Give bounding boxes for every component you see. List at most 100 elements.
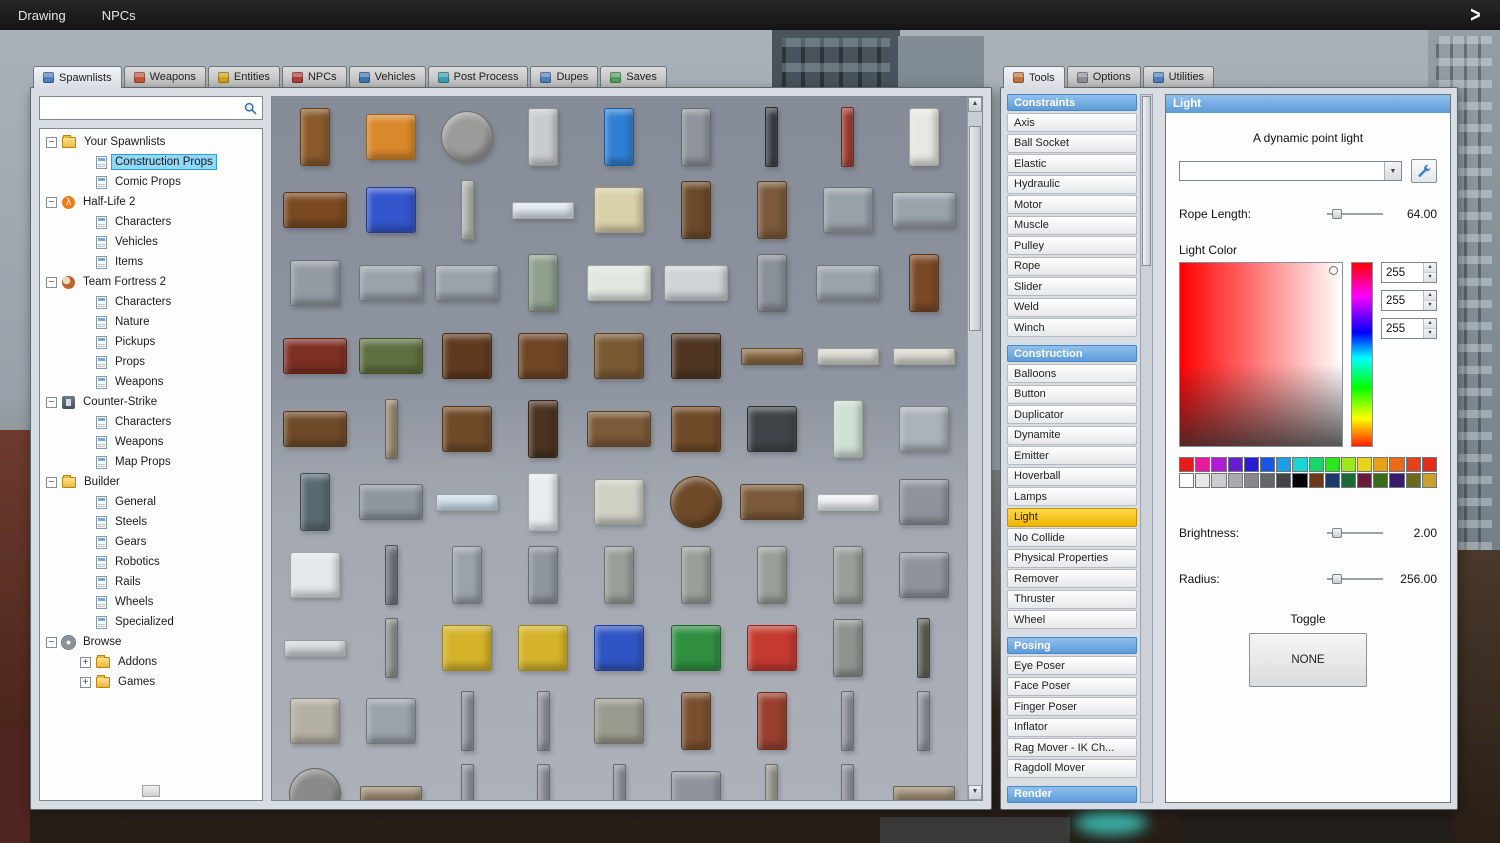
tree-item-pickups[interactable]: Pickups [40, 332, 262, 352]
tab-options[interactable]: Options [1066, 66, 1141, 87]
spin-up-icon[interactable]: ▲ [1424, 263, 1436, 273]
tool-item-thruster[interactable]: Thruster [1007, 589, 1137, 609]
tool-item-remover[interactable]: Remover [1007, 569, 1137, 588]
prop-mattress[interactable] [811, 324, 885, 388]
prop-radiator[interactable] [887, 397, 961, 461]
tree-item-weapons[interactable]: Weapons [40, 432, 262, 452]
prop-metal-plate[interactable] [506, 105, 580, 169]
spin-up-icon[interactable]: ▲ [1424, 291, 1436, 301]
prop-glass-door[interactable] [735, 178, 809, 242]
prop-fridge[interactable] [811, 397, 885, 461]
tree-item-specialized[interactable]: Specialized [40, 612, 262, 632]
prop-chainlink-fence[interactable] [354, 251, 428, 315]
preset-config-button[interactable] [1411, 159, 1437, 183]
prop-flywheel[interactable] [278, 762, 352, 800]
collapse-minus-icon[interactable]: − [46, 196, 57, 208]
tab-spawnlists[interactable]: Spawnlists [33, 66, 122, 88]
palette-swatch[interactable] [1405, 457, 1421, 472]
prop-gravestone-2[interactable] [659, 543, 733, 607]
prop-gravestone-cross[interactable] [811, 543, 885, 607]
tree-item-construction-props[interactable]: Construction Props [40, 152, 262, 172]
color-picker-field[interactable] [1179, 262, 1343, 447]
prop-wood-stove[interactable] [735, 397, 809, 461]
prop-side-table[interactable] [430, 397, 504, 461]
palette-swatch[interactable] [1389, 473, 1405, 488]
tree-item-steels[interactable]: Steels [40, 512, 262, 532]
prop-wooden-chair[interactable] [887, 251, 961, 315]
palette-swatch[interactable] [1421, 473, 1437, 488]
scroll-down-icon[interactable]: ▼ [968, 785, 982, 800]
prop-tall-cabinet[interactable] [506, 397, 580, 461]
prop-cable-spool[interactable] [354, 105, 428, 169]
collapse-minus-icon[interactable]: − [46, 476, 57, 488]
collapse-minus-icon[interactable]: − [46, 636, 57, 648]
palette-swatch[interactable] [1195, 473, 1211, 488]
prop-file-cabinet[interactable] [887, 543, 961, 607]
menu-drawing[interactable]: Drawing [18, 8, 66, 23]
prop-glass-shard[interactable] [430, 470, 504, 534]
tree-item-half-life-2[interactable]: − λ Half-Life 2 [40, 192, 262, 212]
menu-npcs[interactable]: NPCs [102, 8, 136, 23]
tool-item-light[interactable]: Light [1007, 507, 1137, 527]
collapse-minus-icon[interactable]: − [46, 136, 57, 148]
tool-item-emitter[interactable]: Emitter [1007, 446, 1137, 465]
green-value-input[interactable]: 255 ▲ ▼ [1381, 290, 1437, 311]
props-scrollbar[interactable]: ▲ ▼ [967, 97, 982, 800]
prop-nightstand[interactable] [659, 397, 733, 461]
tab-saves[interactable]: Saves [600, 66, 667, 87]
palette-swatch[interactable] [1308, 473, 1324, 488]
tree-item-nature[interactable]: Nature [40, 312, 262, 332]
prop-wooden-door[interactable] [659, 178, 733, 242]
tool-item-rope[interactable]: Rope [1007, 256, 1137, 276]
prop-cage-blue[interactable] [582, 616, 656, 680]
preset-dropdown[interactable]: ▼ [1179, 161, 1402, 181]
props-scrollbar-track[interactable] [968, 112, 982, 785]
palette-swatch[interactable] [1211, 473, 1227, 488]
chevron-down-icon[interactable]: ▼ [1384, 162, 1401, 180]
tree-item-gears[interactable]: Gears [40, 532, 262, 552]
palette-swatch[interactable] [1276, 473, 1292, 488]
tool-item-elastic[interactable]: Elastic [1007, 154, 1137, 173]
palette-swatch[interactable] [1405, 473, 1421, 488]
prop-bench-frame[interactable] [354, 470, 428, 534]
tool-item-wheel[interactable]: Wheel [1007, 610, 1137, 629]
prop-fountain[interactable] [506, 251, 580, 315]
prop-wagon-wheel[interactable] [430, 105, 504, 169]
prop-rusty-barrel[interactable] [659, 689, 733, 753]
prop-lamp-post[interactable] [354, 543, 428, 607]
tool-item-lamps[interactable]: Lamps [1007, 487, 1137, 506]
prop-lockers[interactable] [354, 689, 428, 753]
prop-u-pipe[interactable] [582, 689, 656, 753]
blue-value-input[interactable]: 255 ▲ ▼ [1381, 318, 1437, 339]
tool-item-pulley[interactable]: Pulley [1007, 236, 1137, 255]
tree-item-weapons[interactable]: Weapons [40, 372, 262, 392]
prop-wire-gate[interactable] [430, 251, 504, 315]
search-input[interactable] [45, 100, 240, 116]
palette-swatch[interactable] [1357, 473, 1373, 488]
prop-display-case[interactable] [278, 470, 352, 534]
prop-fence-post[interactable] [811, 689, 885, 753]
tool-item-slider[interactable]: Slider [1007, 277, 1137, 296]
radius-slider-handle[interactable] [1332, 574, 1342, 584]
prop-metal-gate[interactable] [811, 178, 885, 242]
tool-item-rag-mover-ik-ch[interactable]: Rag Mover - IK Ch... [1007, 738, 1137, 757]
tool-item-face-poser[interactable]: Face Poser [1007, 676, 1137, 696]
palette-swatch[interactable] [1421, 457, 1437, 472]
tab-utilities[interactable]: Utilities [1142, 66, 1215, 87]
prop-cage-yellow-2[interactable] [506, 616, 580, 680]
spin-up-icon[interactable]: ▲ [1424, 319, 1436, 329]
palette-swatch[interactable] [1292, 457, 1308, 472]
prop-propane-tank[interactable] [887, 105, 961, 169]
tree-item-characters[interactable]: Characters [40, 212, 262, 232]
tool-item-button[interactable]: Button [1007, 384, 1137, 404]
prop-coffee-table[interactable] [278, 397, 352, 461]
tree-item-wheels[interactable]: Wheels [40, 592, 262, 612]
tool-item-finger-poser[interactable]: Finger Poser [1007, 697, 1137, 716]
prop-round-table[interactable] [659, 470, 733, 534]
prop-blue-chair[interactable] [354, 178, 428, 242]
scroll-up-icon[interactable]: ▲ [968, 97, 982, 112]
tree-item-builder[interactable]: − Builder [40, 472, 262, 492]
collapse-minus-icon[interactable]: − [46, 276, 57, 288]
prop-pole-b[interactable] [506, 762, 580, 800]
tree-item-counter-strike[interactable]: − Counter-Strike [40, 392, 262, 412]
